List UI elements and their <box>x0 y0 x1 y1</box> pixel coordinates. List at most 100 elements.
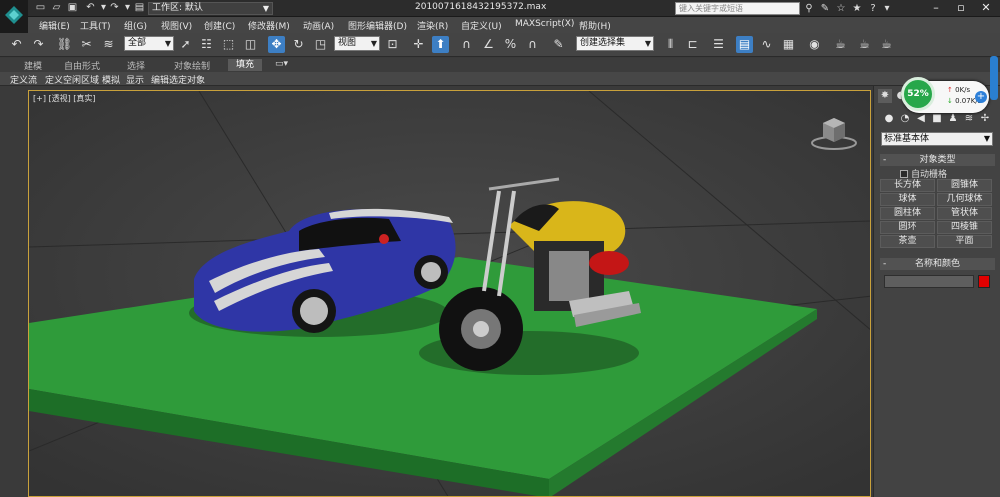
tab-freeform[interactable]: 自由形式 <box>64 59 100 72</box>
teapot-button[interactable]: 茶壶 <box>880 235 935 248</box>
menu-maxscript[interactable]: MAXScript(X) <box>515 19 574 29</box>
open-file-icon[interactable]: ▱ <box>50 2 63 14</box>
project-folder-icon[interactable]: ▤ <box>133 2 146 14</box>
save-icon[interactable]: ▣ <box>66 2 79 14</box>
search-input[interactable]: 键入关键字或短语 <box>675 2 800 15</box>
add-icon[interactable]: + <box>975 91 987 103</box>
menu-group[interactable]: 组(G) <box>124 19 147 32</box>
search-icon[interactable]: ⚲ <box>802 2 816 15</box>
redo-icon[interactable]: ↷ <box>30 36 47 53</box>
rectangular-selection-icon[interactable]: ⬚ <box>220 36 237 53</box>
material-editor-icon[interactable]: ◉ <box>806 36 823 53</box>
torus-button[interactable]: 圆环 <box>880 221 935 234</box>
menu-modifiers[interactable]: 修改器(M) <box>248 19 290 32</box>
help-icon[interactable]: ? <box>866 2 880 15</box>
object-category-select[interactable]: 标准基本体 ▼ <box>881 132 993 146</box>
ribbon-options-icon[interactable]: ▭▾ <box>275 59 288 69</box>
undo-icon[interactable]: ↶ <box>8 36 25 53</box>
favorites-icon[interactable]: ☆ <box>834 2 848 15</box>
cylinder-button[interactable]: 圆柱体 <box>880 207 935 220</box>
shapes-icon[interactable]: ◔ <box>898 113 912 125</box>
menu-animation[interactable]: 动画(A) <box>303 19 334 32</box>
named-selection-set-select[interactable]: 创建选择集 ▼ <box>576 36 654 51</box>
display-button[interactable]: 显示 <box>126 73 144 86</box>
select-rotate-icon[interactable]: ↻ <box>290 36 307 53</box>
render-production-icon[interactable]: ☕ <box>878 36 895 53</box>
edit-named-selection-icon[interactable]: ✎ <box>550 36 567 53</box>
perspective-viewport[interactable]: [+] [透视] [真实] <box>28 90 871 497</box>
name-color-rollout[interactable]: - 名称和颜色 <box>880 258 995 270</box>
pyramid-button[interactable]: 四棱锥 <box>937 221 992 234</box>
maximize-button[interactable]: ▫ <box>950 0 972 16</box>
lights-icon[interactable]: ◀ <box>914 113 928 125</box>
redo-icon[interactable]: ↷ <box>108 2 121 14</box>
menu-views[interactable]: 视图(V) <box>161 19 192 32</box>
close-button[interactable]: ✕ <box>975 0 997 16</box>
geosphere-button[interactable]: 几何球体 <box>937 193 992 206</box>
mirror-icon[interactable]: ⫴ <box>662 36 679 53</box>
menu-edit[interactable]: 编辑(E) <box>39 19 70 32</box>
tab-populate[interactable]: 填充 <box>228 59 263 71</box>
keyboard-shortcut-toggle-icon[interactable]: ⬆ <box>432 36 449 53</box>
help-dropdown-icon[interactable]: ▾ <box>880 2 894 15</box>
sphere-button[interactable]: 球体 <box>880 193 935 206</box>
tube-button[interactable]: 管状体 <box>937 207 992 220</box>
select-manipulate-icon[interactable]: ✛ <box>410 36 427 53</box>
minimize-button[interactable]: – <box>925 0 947 16</box>
reference-coordinate-select[interactable]: 视图 ▼ <box>334 36 380 51</box>
helpers-icon[interactable]: ♟ <box>946 113 960 125</box>
select-scale-icon[interactable]: ◳ <box>312 36 329 53</box>
define-flows-button[interactable]: 定义流 <box>10 73 37 86</box>
plane-button[interactable]: 平面 <box>937 235 992 248</box>
angle-snap-icon[interactable]: ∠ <box>480 36 497 53</box>
tab-modeling[interactable]: 建模 <box>24 59 42 72</box>
percent-snap-icon[interactable]: % <box>502 36 519 53</box>
menu-help[interactable]: 帮助(H) <box>579 19 611 32</box>
window-crossing-icon[interactable]: ◫ <box>242 36 259 53</box>
layer-manager-icon[interactable]: ☰ <box>710 36 727 53</box>
schematic-view-icon[interactable]: ▦ <box>780 36 797 53</box>
link-icon[interactable]: ⛓ <box>56 36 73 53</box>
bind-space-warp-icon[interactable]: ≋ <box>100 36 117 53</box>
create-tab-icon[interactable]: ✸ <box>878 89 892 103</box>
pivot-center-icon[interactable]: ⊡ <box>384 36 401 53</box>
systems-icon[interactable]: ✢ <box>978 113 992 125</box>
side-scroll-handle[interactable] <box>990 56 998 100</box>
menu-graph-editors[interactable]: 图形编辑器(D) <box>348 19 407 32</box>
cone-button[interactable]: 圆锥体 <box>937 179 992 192</box>
menu-rendering[interactable]: 渲染(R) <box>417 19 448 32</box>
align-icon[interactable]: ⊏ <box>684 36 701 53</box>
unlink-icon[interactable]: ✂ <box>78 36 95 53</box>
workspace-select[interactable]: 工作区: 默认 ▼ <box>148 2 273 15</box>
app-logo[interactable] <box>0 0 28 34</box>
select-object-icon[interactable]: ➚ <box>177 36 194 53</box>
select-move-icon[interactable]: ✥ <box>268 36 285 53</box>
simulate-button[interactable]: 模拟 <box>102 73 120 86</box>
geometry-icon[interactable]: ● <box>882 113 896 125</box>
tab-object-paint[interactable]: 对象绘制 <box>174 59 210 72</box>
viewport-label[interactable]: [+] [透视] [真实] <box>33 93 96 104</box>
select-by-name-icon[interactable]: ☷ <box>198 36 215 53</box>
menu-customize[interactable]: 自定义(U) <box>461 19 502 32</box>
curve-editor-icon[interactable]: ∿ <box>758 36 775 53</box>
box-button[interactable]: 长方体 <box>880 179 935 192</box>
tab-selection[interactable]: 选择 <box>127 59 145 72</box>
space-warps-icon[interactable]: ≋ <box>962 113 976 125</box>
undo-icon[interactable]: ↶ <box>84 2 97 14</box>
selection-filter-select[interactable]: 全部 ▼ <box>124 36 174 51</box>
info-center-icon[interactable]: ✎ <box>818 2 832 15</box>
graphite-ribbon-icon[interactable]: ▤ <box>736 36 753 53</box>
object-color-swatch[interactable] <box>978 275 990 288</box>
menu-create[interactable]: 创建(C) <box>204 19 235 32</box>
star-icon[interactable]: ★ <box>850 2 864 15</box>
new-file-icon[interactable]: ▭ <box>34 2 47 14</box>
viewcube-icon[interactable] <box>809 113 859 153</box>
object-name-input[interactable] <box>884 275 974 288</box>
snap-3d-icon[interactable]: ∩ <box>458 36 475 53</box>
cameras-icon[interactable]: ■ <box>930 113 944 125</box>
network-speed-widget[interactable]: 52% ↑ 0K/s ↓ 0.07K/s + <box>901 77 989 113</box>
render-setup-icon[interactable]: ☕ <box>832 36 849 53</box>
define-idle-areas-button[interactable]: 定义空闲区域 <box>45 73 99 86</box>
spinner-snap-icon[interactable]: ∩ <box>524 36 541 53</box>
rendered-frame-window-icon[interactable]: ☕ <box>856 36 873 53</box>
